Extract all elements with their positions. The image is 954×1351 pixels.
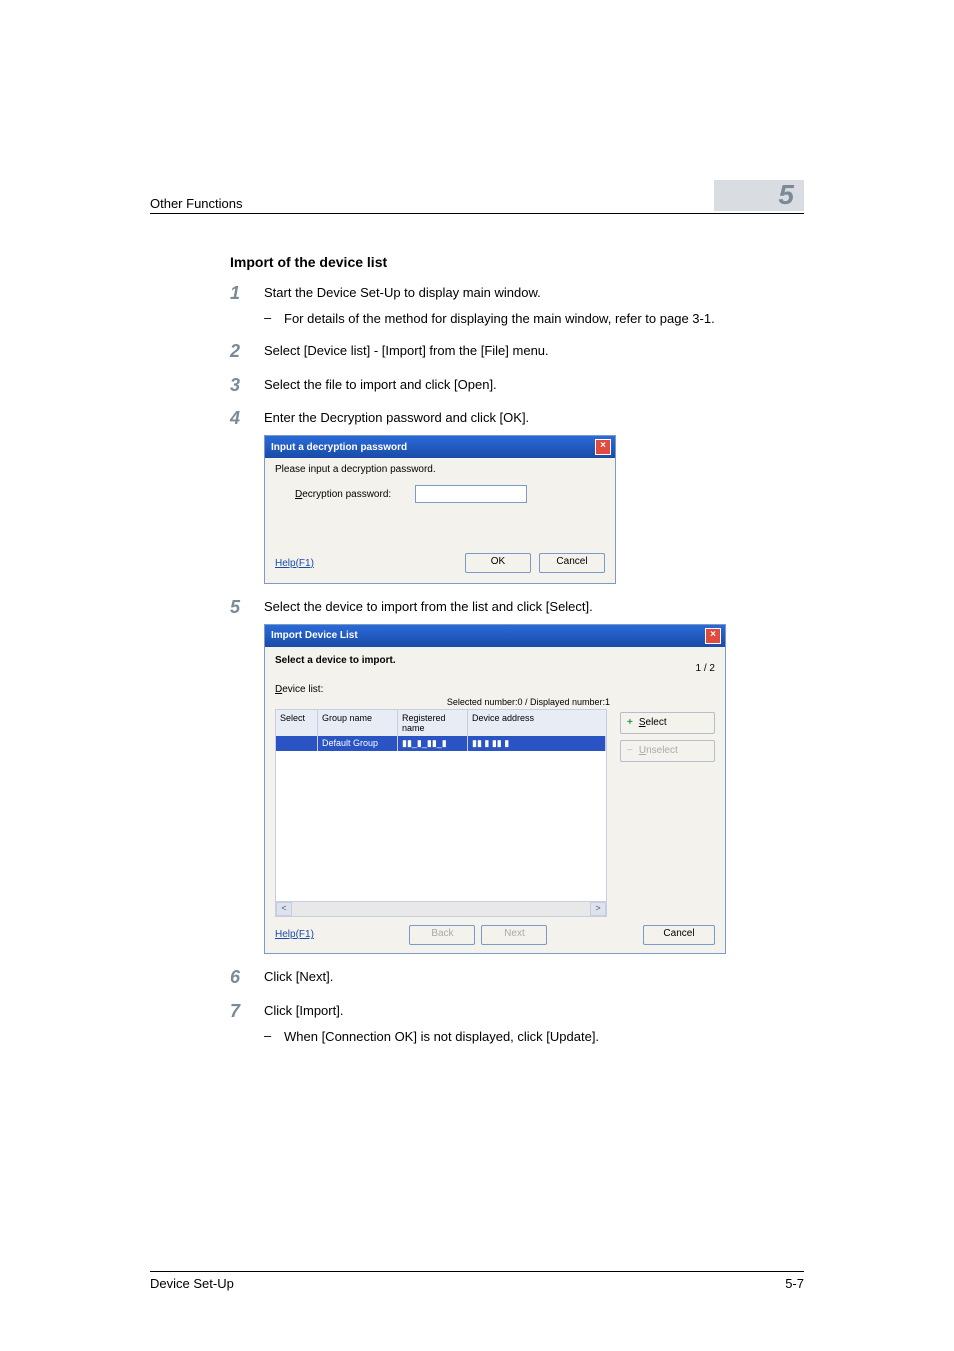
select-button[interactable]: + Select bbox=[620, 712, 715, 734]
step-text: Start the Device Set-Up to display main … bbox=[264, 284, 804, 304]
step-number: 3 bbox=[230, 376, 264, 396]
step-text: Click [Next]. bbox=[264, 968, 804, 988]
step-1-sub: – For details of the method for displayi… bbox=[264, 310, 804, 328]
step-number: 6 bbox=[230, 968, 264, 988]
step-number: 5 bbox=[230, 598, 264, 618]
dialog-subtitle: Select a device to import. bbox=[275, 655, 396, 666]
step-text: Enter the Decryption password and click … bbox=[264, 409, 804, 429]
decryption-password-label: Decryption password: bbox=[295, 489, 415, 500]
page-footer: Device Set-Up 5-7 bbox=[150, 1271, 804, 1291]
dialog-title: Input a decryption password bbox=[271, 442, 407, 453]
step-text: Select the device to import from the lis… bbox=[264, 598, 804, 618]
table-row[interactable]: Default Group ▮▮_▮_▮▮_▮ ▮▮ ▮ ▮▮ ▮ bbox=[276, 736, 606, 751]
step-text: Click [Import]. bbox=[264, 1002, 804, 1022]
step-text: Select the file to import and click [Ope… bbox=[264, 376, 804, 396]
page-header: Other Functions 5 bbox=[150, 180, 804, 214]
dialog-titlebar: Input a decryption password × bbox=[265, 436, 615, 458]
dash-icon: – bbox=[264, 310, 284, 328]
cell-registered-name: ▮▮_▮_▮▮_▮ bbox=[398, 736, 468, 751]
help-link[interactable]: Help(F1) bbox=[275, 929, 314, 940]
footer-page-number: 5-7 bbox=[785, 1276, 804, 1291]
back-button[interactable]: Back bbox=[409, 925, 475, 945]
help-link[interactable]: Help(F1) bbox=[275, 558, 314, 569]
step-sub-text: When [Connection OK] is not displayed, c… bbox=[284, 1028, 804, 1046]
horizontal-scrollbar[interactable]: < > bbox=[276, 901, 606, 916]
step-7-sub: – When [Connection OK] is not displayed,… bbox=[264, 1028, 804, 1046]
step-number: 4 bbox=[230, 409, 264, 429]
column-header-device-address[interactable]: Device address bbox=[468, 710, 606, 736]
step-number: 7 bbox=[230, 1002, 264, 1022]
step-number: 1 bbox=[230, 284, 264, 304]
scroll-left-icon[interactable]: < bbox=[276, 902, 292, 916]
device-table: Select Group name Registered name Device… bbox=[275, 709, 607, 917]
step-sub-text: For details of the method for displaying… bbox=[284, 310, 804, 328]
section-heading: Import of the device list bbox=[230, 254, 804, 270]
column-header-group-name[interactable]: Group name bbox=[318, 710, 398, 736]
cell-group-name: Default Group bbox=[318, 736, 398, 751]
column-header-registered-name[interactable]: Registered name bbox=[398, 710, 468, 736]
step-5: 5 Select the device to import from the l… bbox=[230, 598, 804, 618]
cell-device-address: ▮▮ ▮ ▮▮ ▮ bbox=[468, 736, 606, 751]
cell-select bbox=[276, 736, 318, 751]
column-header-select[interactable]: Select bbox=[276, 710, 318, 736]
decryption-password-dialog: Input a decryption password × Please inp… bbox=[264, 435, 616, 584]
step-3: 3 Select the file to import and click [O… bbox=[230, 376, 804, 396]
step-4: 4 Enter the Decryption password and clic… bbox=[230, 409, 804, 429]
dialog-titlebar: Import Device List × bbox=[265, 625, 725, 647]
dialog-title: Import Device List bbox=[271, 630, 358, 641]
dialog-instruction: Please input a decryption password. bbox=[275, 464, 605, 475]
step-text: Select [Device list] - [Import] from the… bbox=[264, 342, 804, 362]
cancel-button[interactable]: Cancel bbox=[643, 925, 715, 945]
step-number: 2 bbox=[230, 342, 264, 362]
table-empty-area bbox=[276, 751, 606, 901]
step-6: 6 Click [Next]. bbox=[230, 968, 804, 988]
close-icon[interactable]: × bbox=[595, 439, 611, 455]
close-icon[interactable]: × bbox=[705, 628, 721, 644]
import-device-list-dialog: Import Device List × Select a device to … bbox=[264, 624, 726, 954]
step-1: 1 Start the Device Set-Up to display mai… bbox=[230, 284, 804, 304]
footer-left: Device Set-Up bbox=[150, 1276, 234, 1291]
scroll-right-icon[interactable]: > bbox=[590, 902, 606, 916]
selection-status: Selected number:0 / Displayed number:1 bbox=[275, 697, 610, 707]
dash-icon: – bbox=[264, 1028, 284, 1046]
step-2: 2 Select [Device list] - [Import] from t… bbox=[230, 342, 804, 362]
next-button[interactable]: Next bbox=[481, 925, 547, 945]
device-list-label: Device list: bbox=[275, 684, 610, 695]
plus-icon: + bbox=[627, 717, 633, 728]
section-title: Other Functions bbox=[150, 196, 243, 211]
cancel-button[interactable]: Cancel bbox=[539, 553, 605, 573]
minus-icon: − bbox=[627, 745, 633, 756]
chapter-number: 5 bbox=[714, 180, 804, 211]
step-7: 7 Click [Import]. bbox=[230, 1002, 804, 1022]
page-counter: 1 / 2 bbox=[696, 663, 715, 674]
ok-button[interactable]: OK bbox=[465, 553, 531, 573]
unselect-button[interactable]: − Unselect bbox=[620, 740, 715, 762]
decryption-password-input[interactable] bbox=[415, 485, 527, 503]
